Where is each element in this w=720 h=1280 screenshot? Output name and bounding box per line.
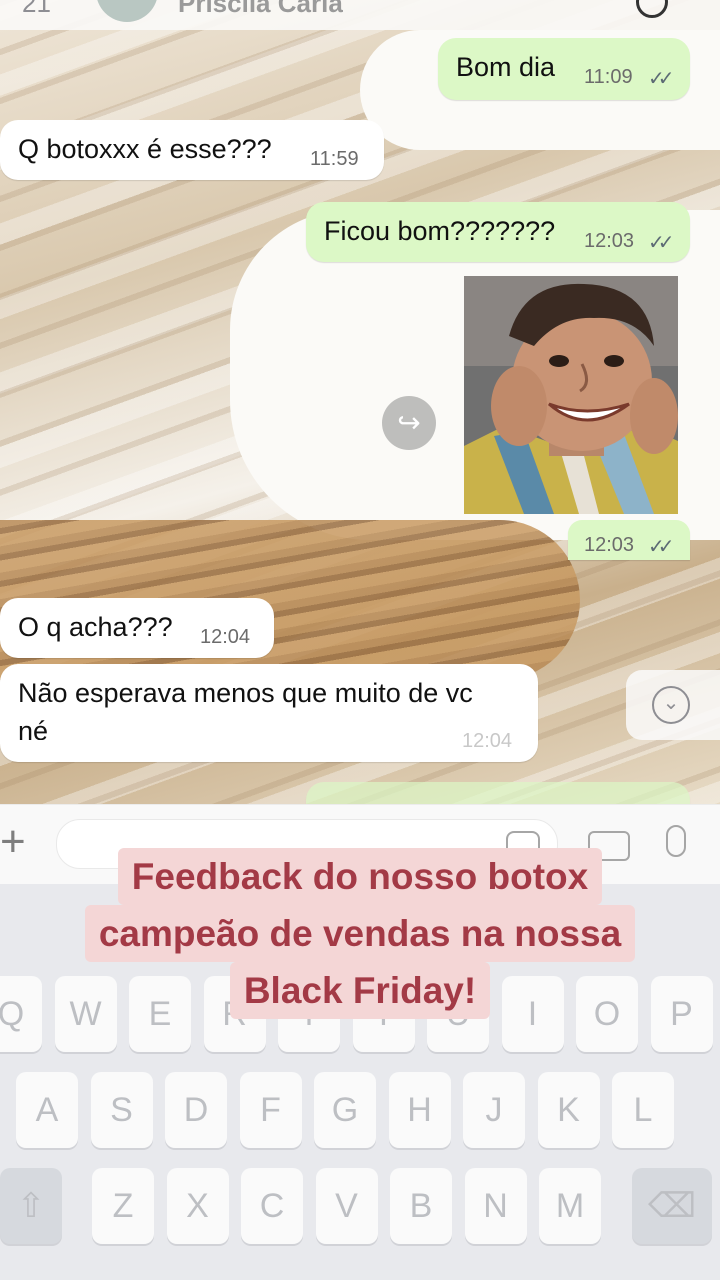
contact-name[interactable]: Priscila Caria: [178, 0, 343, 19]
message-image[interactable]: [464, 276, 678, 514]
call-icon[interactable]: [636, 0, 668, 18]
chevron-down-icon: ⌄: [652, 686, 690, 724]
message-time: 12:03: [584, 230, 635, 252]
contact-avatar[interactable]: [96, 0, 158, 22]
scroll-down-button[interactable]: ⌄: [626, 670, 720, 740]
message-text: O q acha???: [18, 612, 173, 642]
message-text: Ficou bom???????: [324, 216, 556, 246]
story-caption: Feedback do nosso botox campeão de venda…: [0, 848, 720, 1019]
message-time: 12:04: [200, 626, 251, 648]
image-time-bar: 12:03 ✓✓: [568, 520, 690, 560]
message-bubble-outgoing[interactable]: Ficou bom??????? 12:03 ✓✓: [306, 202, 690, 262]
caption-line-3: Black Friday!: [229, 962, 491, 1019]
message-bubble-incoming[interactable]: Q botoxxx é esse??? 11:59: [0, 120, 384, 180]
message-bubble-incoming[interactable]: O q acha??? 12:04: [0, 598, 274, 658]
message-text-line2: né: [18, 716, 49, 740]
caption-line-1: Feedback do nosso botox: [117, 848, 603, 905]
forward-icon[interactable]: ↪: [382, 396, 436, 450]
read-receipt-icon: ✓✓: [648, 68, 674, 90]
back-count[interactable]: 21: [22, 0, 51, 19]
message-time: 12:03: [584, 534, 635, 556]
read-receipt-icon: ✓✓: [648, 536, 674, 558]
message-time: 12:04: [462, 730, 513, 752]
chat-header: 21 Priscila Caria: [0, 0, 720, 30]
caption-line-2: campeão de vendas na nossa: [84, 905, 636, 962]
message-bubble-outgoing[interactable]: Bom dia 11:09 ✓✓: [438, 38, 690, 100]
message-text: Q botoxxx é esse???: [18, 134, 272, 164]
photo-illustration: [464, 276, 678, 514]
read-receipt-icon: ✓✓: [648, 232, 674, 254]
message-text-line1: Não esperava menos que muito de vc: [18, 678, 473, 708]
message-bubble-incoming[interactable]: Não esperava menos que muito de vc né 12…: [0, 664, 538, 762]
message-text: Bom dia: [456, 52, 556, 82]
message-time: 11:59: [310, 148, 359, 170]
message-time: 11:09: [584, 66, 633, 88]
